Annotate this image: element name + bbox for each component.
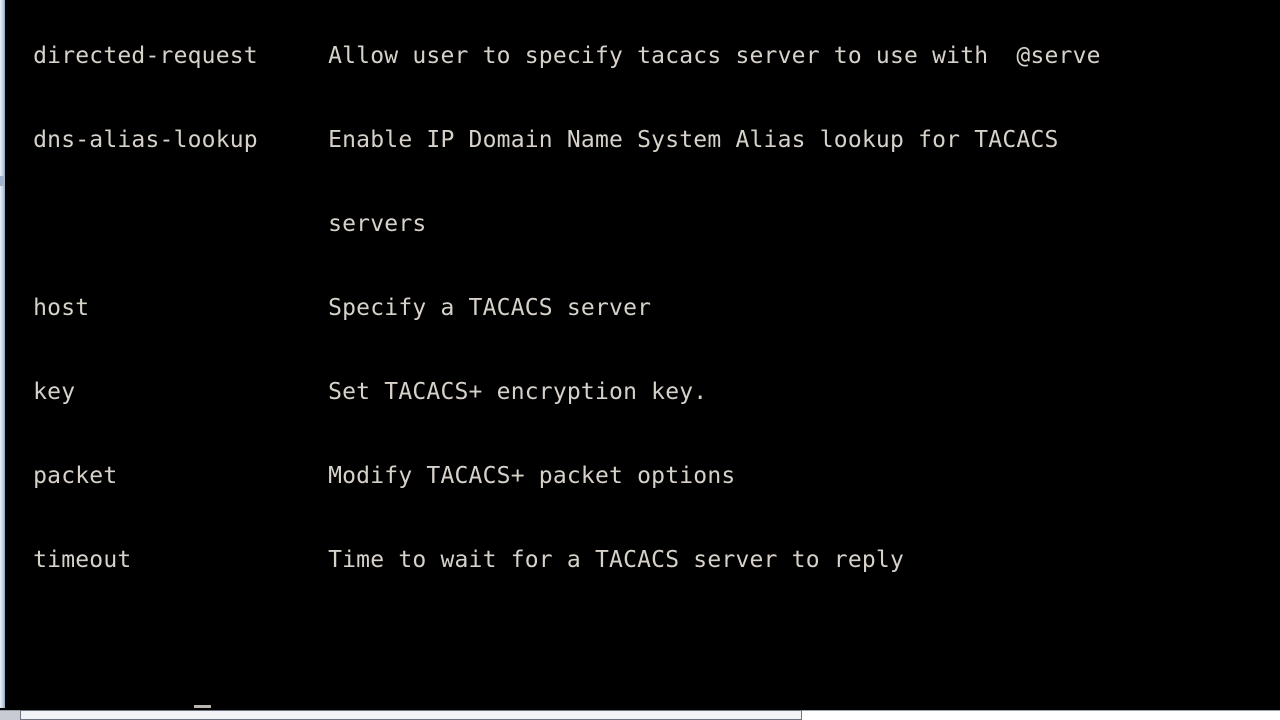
terminal-line: servers bbox=[5, 211, 427, 237]
terminal-line: timeout Time to wait for a TACACS server… bbox=[5, 547, 905, 573]
horizontal-scrollbar-left-cap[interactable] bbox=[0, 711, 20, 720]
terminal-line: packet Modify TACACS+ packet options bbox=[5, 463, 736, 489]
terminal-line: key Set TACACS+ encryption key. bbox=[5, 379, 708, 405]
terminal-line: dns-alias-lookup Enable IP Domain Name S… bbox=[5, 127, 1059, 153]
terminal-line: host Specify a TACACS server bbox=[5, 295, 652, 321]
horizontal-scrollbar-thumb[interactable] bbox=[20, 710, 802, 720]
terminal-line: directed-request Allow user to specify t… bbox=[5, 43, 1101, 69]
terminal-text-buffer: directed-request Allow user to specify t… bbox=[5, 0, 1280, 712]
terminal-window: directed-request Allow user to specify t… bbox=[0, 0, 1280, 720]
horizontal-scrollbar[interactable] bbox=[0, 708, 1280, 720]
terminal-output-surface[interactable]: directed-request Allow user to specify t… bbox=[5, 0, 1280, 712]
